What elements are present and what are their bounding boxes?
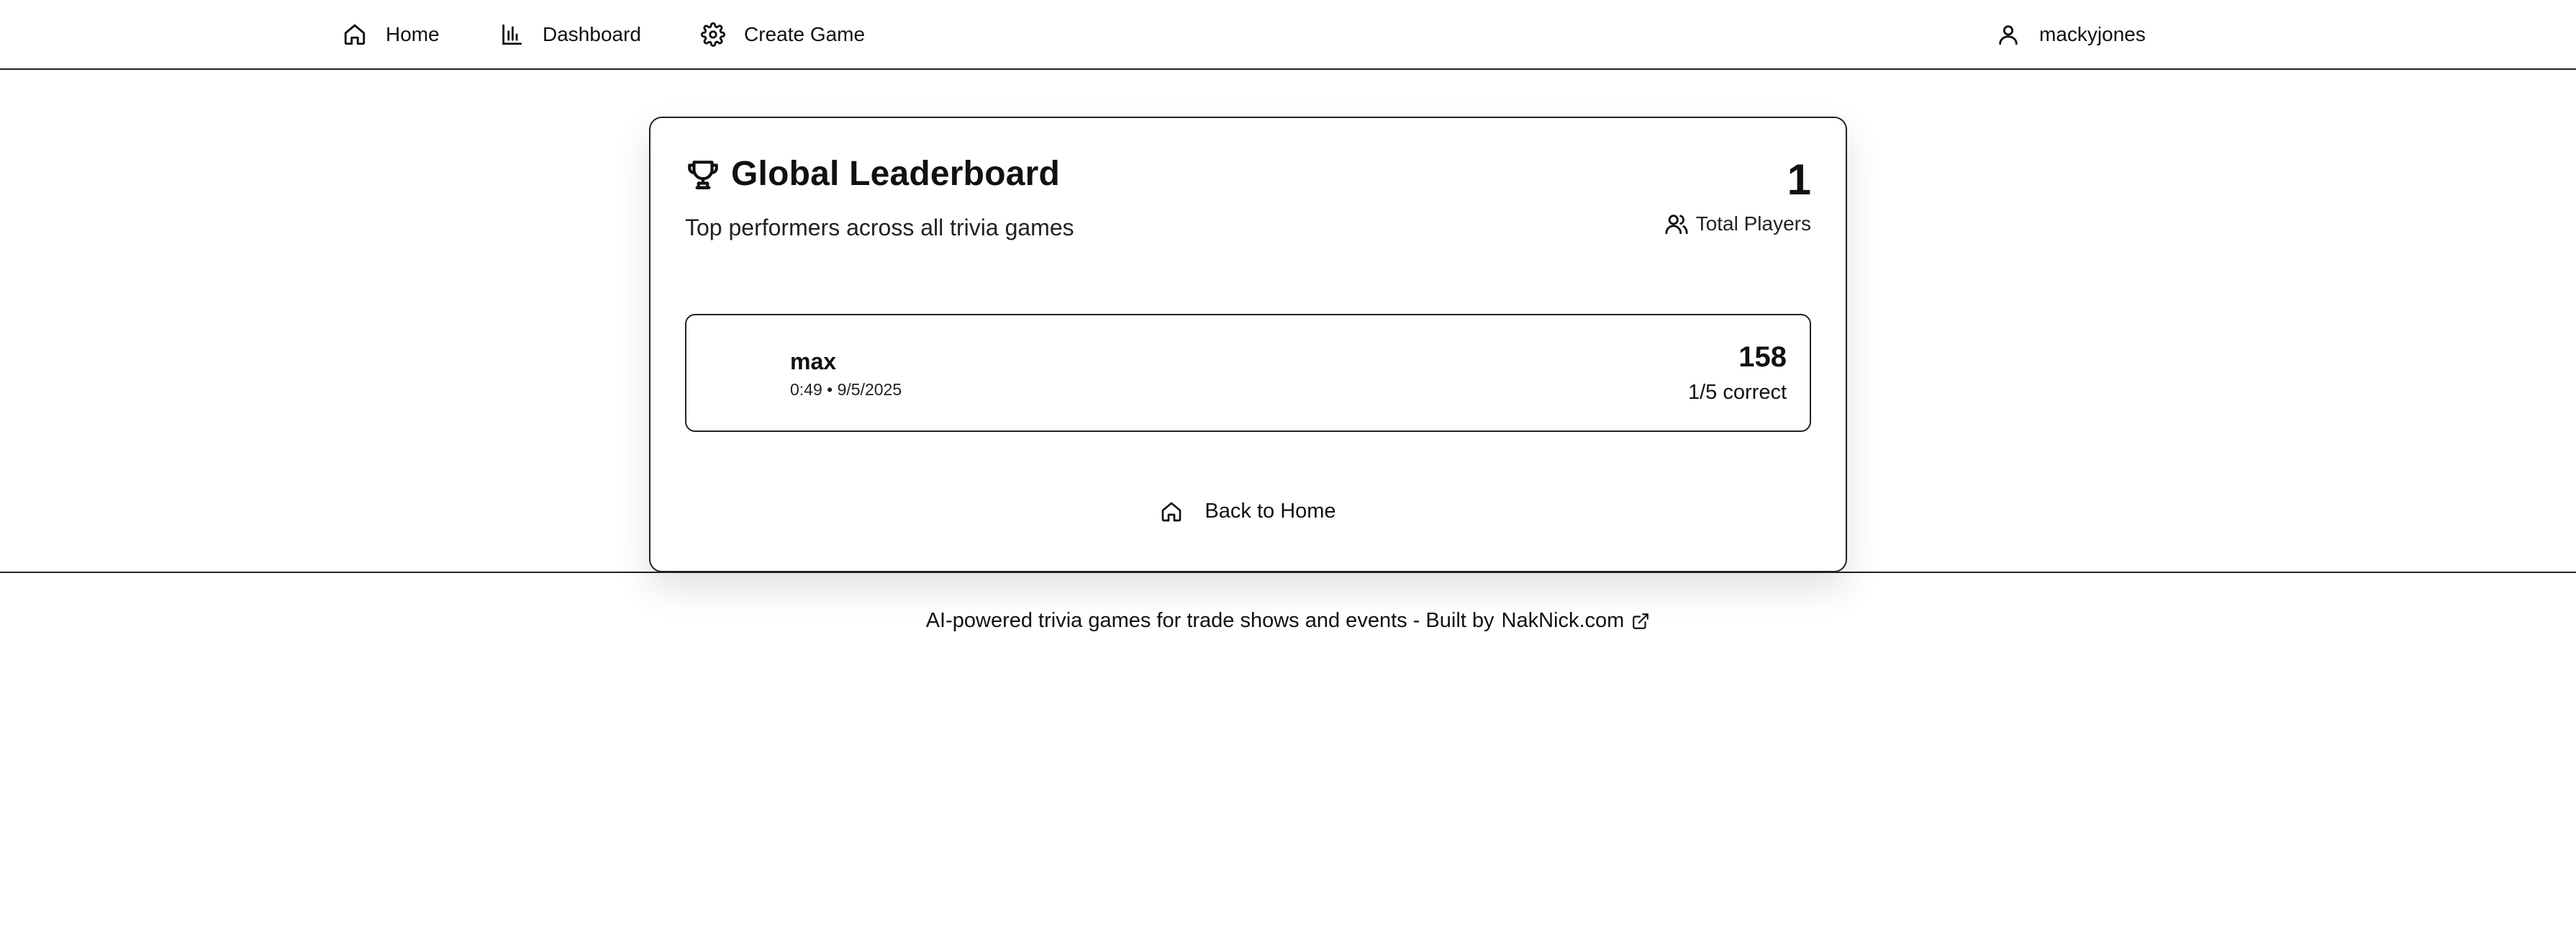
nav-create-game-link[interactable]: Create Game — [701, 0, 865, 68]
home-icon — [344, 24, 366, 45]
player-name: max — [790, 348, 837, 374]
leaderboard-row[interactable]: max 0:49 • 9/5/2025 158 1/5 correct — [685, 314, 1811, 432]
total-players-value: 1 — [1787, 155, 1811, 204]
nav-home-label: Home — [386, 22, 440, 45]
back-to-home-button[interactable]: Back to Home — [650, 500, 1846, 523]
trophy-icon — [688, 160, 718, 189]
nav-dashboard-label: Dashboard — [543, 22, 641, 45]
nav-home-link[interactable]: Home — [343, 0, 440, 68]
bar-chart-icon — [502, 24, 522, 45]
card-title: Global Leaderboard — [685, 154, 1060, 194]
naknick-link[interactable]: NakNick.com — [1502, 609, 1651, 633]
player-time-date: 0:49 • 9/5/2025 — [790, 380, 902, 399]
page-title: Global Leaderboard — [731, 155, 1061, 193]
nav-create-game-label: Create Game — [744, 22, 866, 45]
user-icon — [1999, 24, 2018, 45]
footer: AI-powered trivia games for trade shows … — [0, 609, 2576, 633]
player-correct-count: 1/5 correct — [1688, 381, 1787, 404]
top-nav: Home Dashboard Create Game mackyjones — [0, 0, 2576, 70]
page-subtitle: Top performers across all trivia games — [685, 215, 1074, 240]
nav-username: mackyjones — [2039, 22, 2146, 45]
nav-user-menu[interactable]: mackyjones — [1996, 0, 2146, 68]
users-icon — [1665, 215, 1688, 235]
total-players-label: Total Players — [1695, 212, 1811, 235]
player-score: 158 — [1738, 341, 1787, 373]
total-players-label-row: Total Players — [1664, 212, 1811, 236]
naknick-link-label: NakNick.com — [1501, 609, 1625, 632]
footer-text: AI-powered trivia games for trade shows … — [925, 609, 1495, 632]
external-link-icon — [1633, 613, 1649, 629]
home-icon — [1162, 502, 1182, 521]
nav-dashboard-link[interactable]: Dashboard — [499, 0, 641, 68]
total-players-stat: 1 Total Players — [1664, 158, 1811, 236]
leaderboard-card: Global Leaderboard Top performers across… — [649, 117, 1847, 572]
gear-icon — [701, 22, 725, 47]
back-to-home-label: Back to Home — [1205, 500, 1336, 523]
